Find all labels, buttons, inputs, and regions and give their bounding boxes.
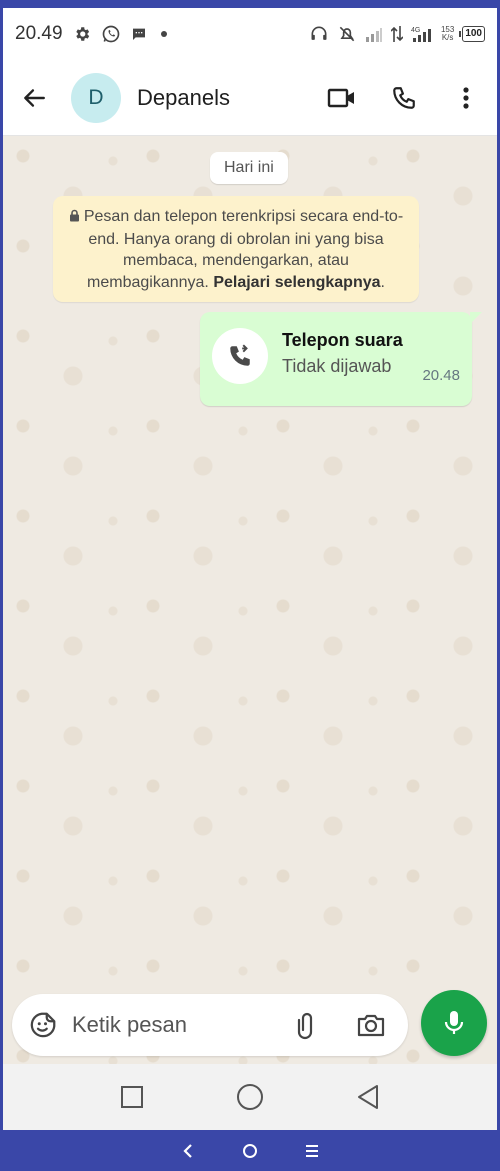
navigation-bar xyxy=(3,1064,497,1130)
date-chip: Hari ini xyxy=(210,152,288,184)
contact-name[interactable]: Depanels xyxy=(137,85,230,111)
recents-icon xyxy=(121,1086,143,1108)
network-speed: 153 K/s xyxy=(441,26,454,42)
sticker-button[interactable] xyxy=(14,994,72,1056)
svg-text:4G: 4G xyxy=(411,27,420,34)
missed-call-message[interactable]: Telepon suara Tidak dijawab 20.48 xyxy=(200,312,482,406)
attach-button[interactable] xyxy=(272,994,338,1056)
missed-call-icon xyxy=(230,344,250,366)
paperclip-icon xyxy=(297,1012,313,1040)
chat-header: D Depanels xyxy=(3,60,497,136)
video-call-button[interactable] xyxy=(311,60,373,136)
back-arrow-icon xyxy=(24,88,45,107)
avatar[interactable]: D xyxy=(71,72,121,123)
home-button[interactable] xyxy=(220,1067,280,1127)
more-options-icon xyxy=(463,86,469,109)
signal-icon xyxy=(365,25,383,43)
message-input[interactable] xyxy=(72,1005,272,1045)
menu-icon xyxy=(306,1144,318,1157)
video-call-icon xyxy=(327,88,354,107)
message-time: 20.48 xyxy=(422,367,460,384)
home-icon xyxy=(237,1084,263,1110)
mic-icon xyxy=(444,1011,464,1034)
chevron-left-icon xyxy=(183,1143,192,1158)
battery-level: 100 xyxy=(465,28,482,39)
emulator-home-button[interactable] xyxy=(240,1141,260,1161)
avatar-letter: D xyxy=(88,85,104,109)
status-time: 20.49 xyxy=(15,23,63,44)
back-button[interactable] xyxy=(5,60,63,136)
mute-alarm-icon xyxy=(337,24,357,44)
more-options-button[interactable] xyxy=(435,60,497,136)
message-icon xyxy=(131,26,147,42)
camera-button[interactable] xyxy=(338,994,404,1056)
message-composer xyxy=(12,994,408,1056)
top-frame xyxy=(0,0,500,8)
4g-signal-icon: 4G xyxy=(411,25,433,43)
learn-more-link[interactable]: Pelajari selengkapnya xyxy=(213,274,380,291)
voice-message-button[interactable] xyxy=(421,990,487,1056)
encryption-notice[interactable]: Pesan dan telepon terenkripsi secara end… xyxy=(53,196,419,302)
circle-icon xyxy=(243,1143,257,1158)
call-icon-circle xyxy=(212,328,268,384)
sticker-icon xyxy=(30,1012,56,1038)
back-nav-button[interactable] xyxy=(338,1067,398,1127)
emulator-back-button[interactable] xyxy=(178,1141,198,1161)
emulator-menu-button[interactable] xyxy=(302,1141,322,1161)
dot-icon xyxy=(157,27,171,41)
headset-icon xyxy=(309,24,329,44)
phone-screen: 20.49 4G 153 K/s 100 D Depanels Hari ini… xyxy=(3,8,497,1130)
voice-call-button[interactable] xyxy=(373,60,435,136)
gear-icon xyxy=(73,25,91,43)
data-arrows-icon xyxy=(390,25,403,43)
back-triangle-icon xyxy=(358,1085,378,1109)
camera-icon xyxy=(357,1014,385,1037)
call-status: Tidak dijawab xyxy=(282,356,392,376)
status-bar: 20.49 4G 153 K/s 100 xyxy=(3,8,497,60)
network-speed-unit: K/s xyxy=(441,33,454,42)
whatsapp-icon xyxy=(101,24,121,44)
recents-button[interactable] xyxy=(102,1067,162,1127)
call-title: Telepon suara xyxy=(282,330,403,350)
bubble-tail xyxy=(470,312,482,324)
chat-area[interactable]: Hari ini Pesan dan telepon terenkripsi s… xyxy=(3,136,497,1070)
battery-icon: 100 xyxy=(459,26,485,42)
phone-icon xyxy=(393,86,415,109)
emulator-nav-bar xyxy=(0,1130,500,1171)
lock-icon xyxy=(69,207,80,229)
